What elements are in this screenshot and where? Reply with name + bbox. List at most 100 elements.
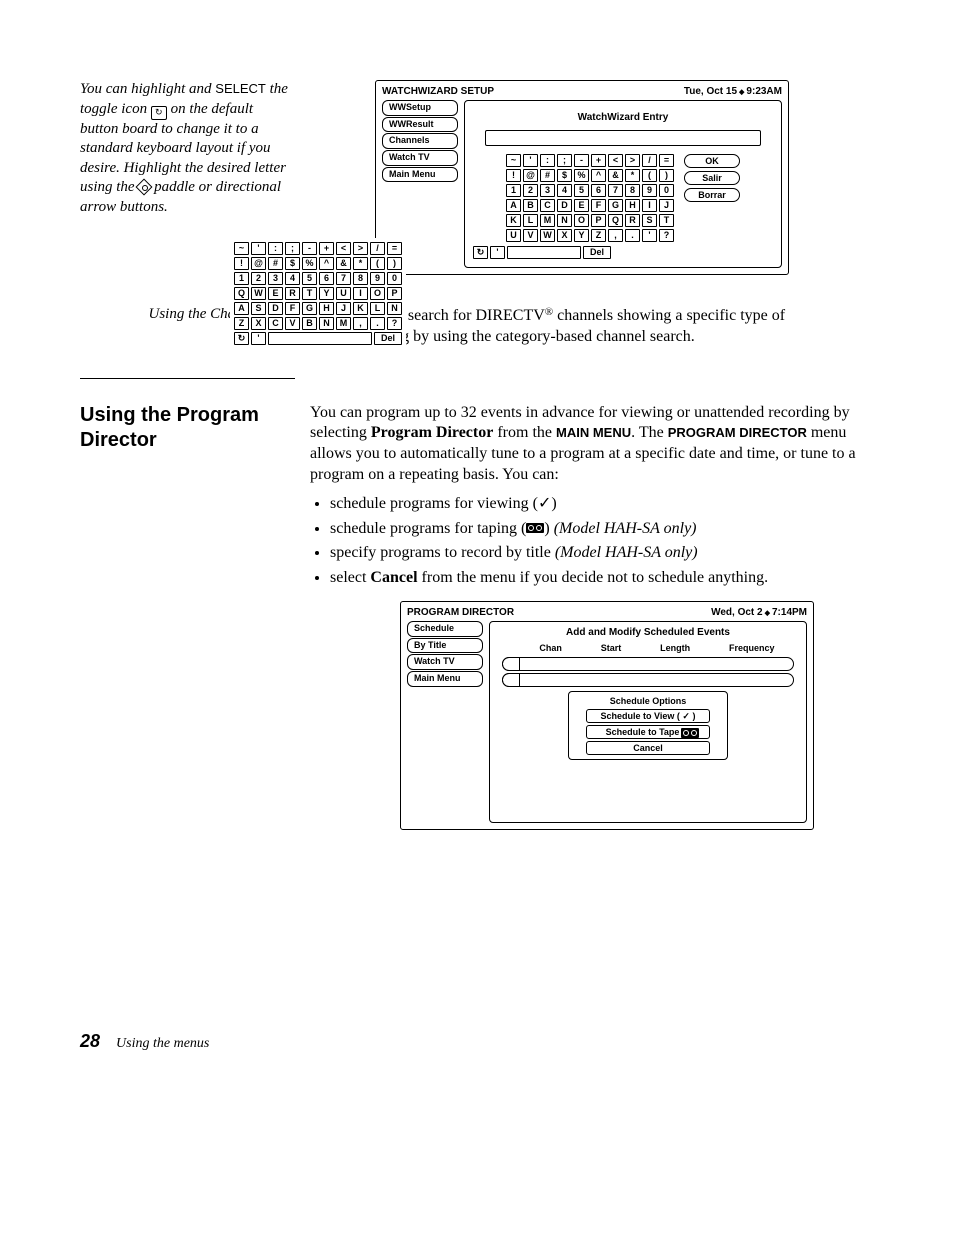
key-C[interactable]: C bbox=[268, 317, 283, 330]
tab-watchtv2[interactable]: Watch TV bbox=[407, 654, 483, 670]
key-+[interactable]: + bbox=[319, 242, 334, 255]
key-,[interactable]: , bbox=[353, 317, 368, 330]
key-#[interactable]: # bbox=[268, 257, 283, 270]
key-F[interactable]: F bbox=[285, 302, 300, 315]
key-3[interactable]: 3 bbox=[540, 184, 555, 197]
key-J[interactable]: J bbox=[659, 199, 674, 212]
key-9[interactable]: 9 bbox=[370, 272, 385, 285]
key-N[interactable]: N bbox=[319, 317, 334, 330]
key-A[interactable]: A bbox=[506, 199, 521, 212]
opt-cancel[interactable]: Cancel bbox=[586, 741, 710, 755]
key-H[interactable]: H bbox=[625, 199, 640, 212]
key-)[interactable]: ) bbox=[659, 169, 674, 182]
tab-wwresult[interactable]: WWResult bbox=[382, 117, 458, 133]
key-'[interactable]: ' bbox=[642, 229, 657, 242]
key-1[interactable]: 1 bbox=[506, 184, 521, 197]
key-1[interactable]: 1 bbox=[234, 272, 249, 285]
key-M[interactable]: M bbox=[336, 317, 351, 330]
key-U[interactable]: U bbox=[506, 229, 521, 242]
key-7[interactable]: 7 bbox=[608, 184, 623, 197]
key-S[interactable]: S bbox=[251, 302, 266, 315]
key-#[interactable]: # bbox=[540, 169, 555, 182]
key-~[interactable]: ~ bbox=[234, 242, 249, 255]
schedule-row-1[interactable] bbox=[502, 657, 794, 671]
key-=[interactable]: = bbox=[387, 242, 402, 255]
key-,[interactable]: , bbox=[608, 229, 623, 242]
key-C[interactable]: C bbox=[540, 199, 555, 212]
key-6[interactable]: 6 bbox=[591, 184, 606, 197]
key-V[interactable]: V bbox=[285, 317, 300, 330]
opt-tape[interactable]: Schedule to Tape ( ) bbox=[586, 725, 710, 739]
key-Y[interactable]: Y bbox=[574, 229, 589, 242]
key-0[interactable]: 0 bbox=[387, 272, 402, 285]
key-M[interactable]: M bbox=[540, 214, 555, 227]
key-I[interactable]: I bbox=[353, 287, 368, 300]
key-L[interactable]: L bbox=[523, 214, 538, 227]
tab-schedule[interactable]: Schedule bbox=[407, 621, 483, 637]
opt-view[interactable]: Schedule to View ( ✓ ) bbox=[586, 709, 710, 723]
key-R[interactable]: R bbox=[285, 287, 300, 300]
key-G[interactable]: G bbox=[608, 199, 623, 212]
key-T[interactable]: T bbox=[302, 287, 317, 300]
key-=[interactable]: = bbox=[659, 154, 674, 167]
key-<[interactable]: < bbox=[336, 242, 351, 255]
key-&[interactable]: & bbox=[608, 169, 623, 182]
key-L[interactable]: L bbox=[370, 302, 385, 315]
key-R[interactable]: R bbox=[625, 214, 640, 227]
key-%[interactable]: % bbox=[574, 169, 589, 182]
key-$[interactable]: $ bbox=[285, 257, 300, 270]
schedule-row-2[interactable] bbox=[502, 673, 794, 687]
key-H[interactable]: H bbox=[319, 302, 334, 315]
apos-key[interactable]: ' bbox=[251, 332, 266, 345]
key-O[interactable]: O bbox=[370, 287, 385, 300]
key-$[interactable]: $ bbox=[557, 169, 572, 182]
key-2[interactable]: 2 bbox=[523, 184, 538, 197]
key-*[interactable]: * bbox=[353, 257, 368, 270]
key-V[interactable]: V bbox=[523, 229, 538, 242]
key-9[interactable]: 9 bbox=[642, 184, 657, 197]
key-6[interactable]: 6 bbox=[319, 272, 334, 285]
key-8[interactable]: 8 bbox=[353, 272, 368, 285]
key--[interactable]: - bbox=[302, 242, 317, 255]
key-X[interactable]: X bbox=[557, 229, 572, 242]
key-W[interactable]: W bbox=[540, 229, 555, 242]
key-E[interactable]: E bbox=[574, 199, 589, 212]
key-^[interactable]: ^ bbox=[319, 257, 334, 270]
tab-channels[interactable]: Channels bbox=[382, 133, 458, 149]
key-'[interactable]: ' bbox=[251, 242, 266, 255]
key--[interactable]: - bbox=[574, 154, 589, 167]
key-.[interactable]: . bbox=[370, 317, 385, 330]
key-@[interactable]: @ bbox=[523, 169, 538, 182]
key-J[interactable]: J bbox=[336, 302, 351, 315]
key-5[interactable]: 5 bbox=[574, 184, 589, 197]
key-;[interactable]: ; bbox=[285, 242, 300, 255]
key-K[interactable]: K bbox=[506, 214, 521, 227]
key-X[interactable]: X bbox=[251, 317, 266, 330]
del-key[interactable]: Del bbox=[374, 332, 402, 345]
apos-key[interactable]: ' bbox=[490, 246, 505, 259]
key-P[interactable]: P bbox=[387, 287, 402, 300]
key-Z[interactable]: Z bbox=[591, 229, 606, 242]
key-'[interactable]: ' bbox=[523, 154, 538, 167]
key-?[interactable]: ? bbox=[659, 229, 674, 242]
key-*[interactable]: * bbox=[625, 169, 640, 182]
tab-mainmenu2[interactable]: Main Menu bbox=[407, 671, 483, 687]
key-/[interactable]: / bbox=[370, 242, 385, 255]
key-:[interactable]: : bbox=[540, 154, 555, 167]
key-?[interactable]: ? bbox=[387, 317, 402, 330]
key-G[interactable]: G bbox=[302, 302, 317, 315]
key-;[interactable]: ; bbox=[557, 154, 572, 167]
toggle-key[interactable]: ↻ bbox=[473, 246, 488, 259]
key-Q[interactable]: Q bbox=[608, 214, 623, 227]
key-K[interactable]: K bbox=[353, 302, 368, 315]
key-P[interactable]: P bbox=[591, 214, 606, 227]
key-B[interactable]: B bbox=[302, 317, 317, 330]
key-F[interactable]: F bbox=[591, 199, 606, 212]
del-key[interactable]: Del bbox=[583, 246, 611, 259]
key-S[interactable]: S bbox=[642, 214, 657, 227]
key-Q[interactable]: Q bbox=[234, 287, 249, 300]
key-D[interactable]: D bbox=[268, 302, 283, 315]
tab-wwsetup[interactable]: WWSetup bbox=[382, 100, 458, 116]
key-D[interactable]: D bbox=[557, 199, 572, 212]
key-4[interactable]: 4 bbox=[285, 272, 300, 285]
